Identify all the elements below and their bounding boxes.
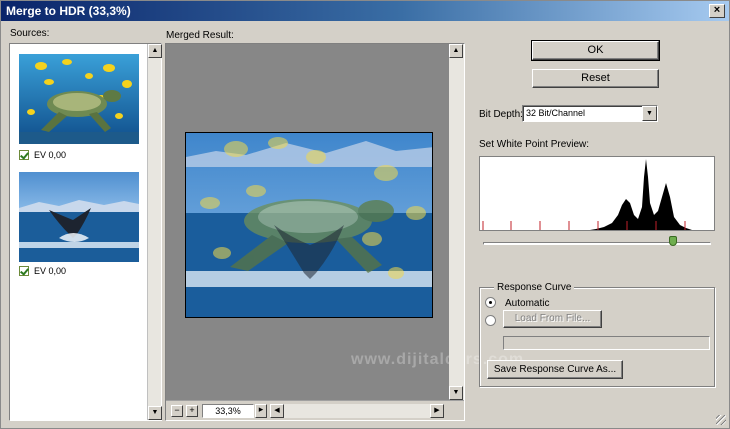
merged-image bbox=[185, 132, 433, 318]
automatic-label: Automatic bbox=[505, 298, 550, 309]
merged-vertical-scrollbar[interactable]: ▲ ▼ bbox=[449, 44, 464, 400]
ok-button[interactable]: OK bbox=[531, 40, 660, 61]
source-1-checkbox[interactable] bbox=[19, 150, 29, 160]
zoom-out-button[interactable]: − bbox=[171, 405, 183, 417]
zoom-menu-button[interactable]: ▸ bbox=[255, 404, 267, 418]
window-title: Merge to HDR (33,3%) bbox=[6, 4, 131, 18]
merge-to-hdr-dialog: Merge to HDR (33,3%) × Sources: EV 0,00 … bbox=[0, 0, 730, 429]
turtle-fish-image bbox=[19, 54, 139, 144]
zoom-in-button[interactable]: + bbox=[186, 405, 198, 417]
merged-scroll-up-icon[interactable]: ▲ bbox=[449, 44, 463, 58]
white-point-label: Set White Point Preview: bbox=[479, 139, 590, 150]
histogram-graph bbox=[482, 159, 692, 230]
bit-depth-value: 32 Bit/Channel bbox=[526, 108, 586, 118]
response-curve-path-field bbox=[503, 336, 710, 350]
resize-grip-icon[interactable] bbox=[716, 415, 726, 425]
source-2-ev-label: EV 0,00 bbox=[34, 266, 67, 276]
bit-depth-select[interactable]: 32 Bit/Channel ▼ bbox=[522, 105, 658, 122]
close-button[interactable]: × bbox=[709, 4, 725, 18]
bit-depth-label: Bit Depth: bbox=[479, 109, 523, 120]
merged-result-label: Merged Result: bbox=[166, 30, 234, 41]
reset-button[interactable]: Reset bbox=[532, 69, 659, 88]
merged-result-panel: www.dijitalders.com ▲ ▼ − + 33,3% ▸ ◀ ▶ bbox=[165, 43, 523, 421]
sources-label: Sources: bbox=[10, 28, 50, 39]
response-curve-title: Response Curve bbox=[494, 282, 575, 293]
source-thumbnail-whale[interactable] bbox=[19, 172, 139, 262]
load-from-file-radio[interactable] bbox=[485, 315, 496, 326]
merged-horizontal-scrollbar[interactable]: ◀ ▶ bbox=[270, 404, 444, 418]
sources-panel: EV 0,00 EV 0,00 ▲ ▼ bbox=[9, 43, 162, 421]
scroll-left-icon[interactable]: ◀ bbox=[270, 404, 284, 418]
merged-preview-canvas[interactable]: www.dijitalders.com bbox=[166, 44, 523, 400]
merged-scroll-down-icon[interactable]: ▼ bbox=[449, 386, 463, 400]
scroll-down-icon[interactable]: ▼ bbox=[148, 406, 162, 420]
chevron-down-icon[interactable]: ▼ bbox=[642, 106, 657, 121]
whale-tail-image bbox=[19, 172, 139, 262]
source-thumbnail-turtle[interactable] bbox=[19, 54, 139, 144]
white-point-slider-handle[interactable] bbox=[669, 236, 677, 246]
merged-bottom-bar: − + 33,3% ▸ ◀ ▶ bbox=[166, 400, 464, 420]
scroll-up-icon[interactable]: ▲ bbox=[148, 44, 162, 58]
automatic-radio[interactable] bbox=[485, 297, 496, 308]
zoom-level-field[interactable]: 33,3% bbox=[202, 404, 254, 418]
load-from-file-button[interactable]: Load From File... bbox=[503, 310, 602, 328]
source-1-ev-label: EV 0,00 bbox=[34, 150, 67, 160]
save-response-curve-button[interactable]: Save Response Curve As... bbox=[487, 360, 623, 379]
source-2-checkbox[interactable] bbox=[19, 266, 29, 276]
sources-scrollbar[interactable]: ▲ ▼ bbox=[147, 44, 162, 420]
scroll-right-icon[interactable]: ▶ bbox=[430, 404, 444, 418]
title-bar[interactable]: Merge to HDR (33,3%) × bbox=[1, 1, 729, 21]
histogram bbox=[479, 156, 715, 231]
